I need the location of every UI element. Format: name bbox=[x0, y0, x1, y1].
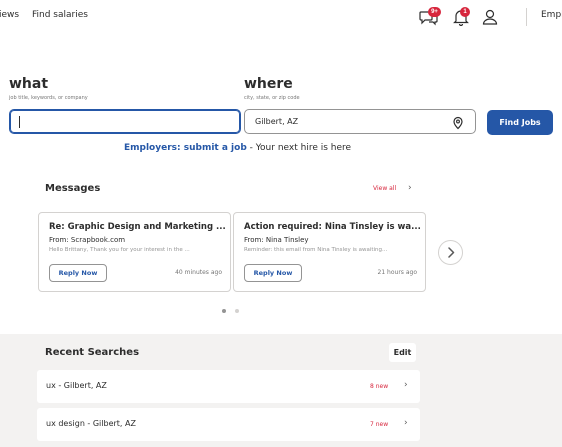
text-caret bbox=[19, 116, 20, 128]
recent-search-row[interactable]: ux - Gilbert, AZ 8 new › bbox=[37, 370, 420, 403]
view-all-link[interactable]: View all bbox=[373, 185, 396, 192]
employers-promo: Employers: submit a job - Your next hire… bbox=[124, 143, 351, 153]
carousel-next-button[interactable] bbox=[438, 240, 463, 265]
what-hint: job title, keywords, or company bbox=[9, 95, 88, 101]
carousel-dot-active[interactable] bbox=[222, 309, 226, 313]
message-card[interactable]: Action required: Nina Tinsley is wa... F… bbox=[233, 212, 426, 292]
new-count-badge: 7 new bbox=[370, 421, 389, 428]
nav-employers-link[interactable]: Empl bbox=[541, 10, 562, 20]
recent-searches-title: Recent Searches bbox=[45, 347, 140, 358]
what-input[interactable] bbox=[9, 109, 241, 134]
employers-submit-job-link[interactable]: Employers: submit a job bbox=[124, 143, 247, 153]
chevron-right-icon bbox=[448, 247, 455, 258]
chevron-right-icon: › bbox=[404, 418, 408, 428]
edit-button[interactable]: Edit bbox=[389, 343, 416, 362]
message-card[interactable]: Re: Graphic Design and Marketing ... Fro… bbox=[38, 212, 231, 292]
message-snippet: Reminder: this email from Nina Tinsley i… bbox=[244, 247, 388, 253]
nav-divider bbox=[526, 8, 527, 26]
messages-badge: 9+ bbox=[428, 7, 441, 17]
where-input[interactable]: Gilbert, AZ bbox=[244, 109, 476, 134]
recent-search-row[interactable]: ux design - Gilbert, AZ 7 new › bbox=[37, 408, 420, 441]
chevron-right-icon[interactable]: › bbox=[408, 183, 412, 193]
message-time: 21 hours ago bbox=[377, 269, 417, 276]
message-title: Action required: Nina Tinsley is wa... bbox=[244, 222, 420, 232]
messages-title: Messages bbox=[45, 183, 101, 194]
chevron-right-icon: › bbox=[404, 380, 408, 390]
employers-tagline: Your next hire is here bbox=[255, 143, 352, 153]
location-pin-icon[interactable] bbox=[451, 115, 465, 130]
reply-now-button[interactable]: Reply Now bbox=[49, 264, 107, 282]
recent-search-query: ux design - Gilbert, AZ bbox=[46, 419, 136, 428]
profile-icon[interactable] bbox=[480, 8, 500, 26]
message-time: 40 minutes ago bbox=[175, 269, 222, 276]
where-label: where bbox=[244, 76, 293, 92]
where-input-value: Gilbert, AZ bbox=[255, 117, 299, 126]
find-jobs-button[interactable]: Find Jobs bbox=[487, 110, 553, 135]
what-label: what bbox=[9, 76, 49, 92]
reply-now-button[interactable]: Reply Now bbox=[244, 264, 302, 282]
nav-find-salaries-link[interactable]: Find salaries bbox=[32, 10, 88, 20]
new-count-badge: 8 new bbox=[370, 383, 389, 390]
recent-search-query: ux - Gilbert, AZ bbox=[46, 381, 107, 390]
message-snippet: Hello Brittany, Thank you for your inter… bbox=[49, 247, 190, 253]
message-from: From: Nina Tinsley bbox=[244, 236, 309, 244]
carousel-dot[interactable] bbox=[235, 309, 239, 313]
top-nav: iews Find salaries 9+ 1 Empl bbox=[0, 0, 562, 34]
message-title: Re: Graphic Design and Marketing ... bbox=[49, 222, 225, 232]
nav-company-reviews-link[interactable]: iews bbox=[0, 10, 19, 20]
employers-separator: - bbox=[246, 143, 256, 153]
notifications-badge: 1 bbox=[460, 7, 470, 17]
where-hint: city, state, or zip code bbox=[244, 95, 300, 101]
message-from: From: Scrapbook.com bbox=[49, 236, 126, 244]
